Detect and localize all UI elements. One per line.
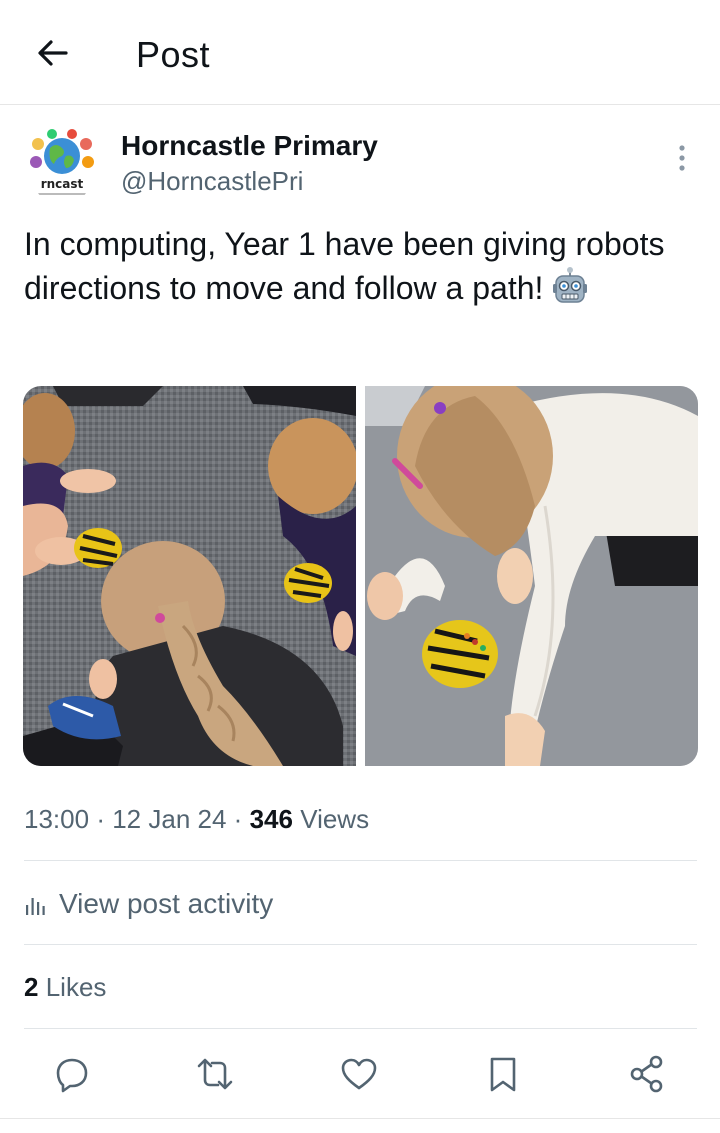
likes-count: 2: [24, 972, 39, 1002]
like-icon: [341, 1058, 377, 1090]
like-button[interactable]: [337, 1052, 381, 1096]
analytics-icon: [26, 898, 45, 915]
bookmark-icon: [490, 1057, 516, 1092]
likes-label: Likes: [45, 972, 107, 1002]
media-grid: [23, 386, 698, 766]
photo-girl-with-bee-bot[interactable]: [365, 386, 698, 766]
post-date: 12 Jan 24: [112, 804, 227, 834]
author-name[interactable]: Horncastle Primary: [121, 130, 378, 162]
photo-children-with-bee-bots[interactable]: [23, 386, 356, 766]
view-post-activity-label: View post activity: [59, 888, 274, 919]
views-label: Views: [300, 804, 370, 834]
photo-left-image: [23, 386, 356, 766]
divider: [24, 1028, 697, 1029]
bookmark-button[interactable]: [481, 1052, 525, 1096]
reply-icon: [56, 1058, 88, 1093]
repost-button[interactable]: [193, 1052, 237, 1096]
more-options-button[interactable]: [664, 140, 700, 176]
top-bar: Post: [0, 0, 720, 105]
back-button[interactable]: [30, 30, 76, 76]
divider: [24, 944, 697, 945]
share-icon: [630, 1055, 663, 1093]
reply-button[interactable]: [50, 1052, 94, 1096]
bottom-divider: [0, 1118, 720, 1119]
views-count: 346: [249, 804, 293, 834]
post-meta: 13:00 · 12 Jan 24 · 346 Views: [24, 804, 369, 835]
robot-face-icon: [553, 267, 588, 303]
post-text: In computing, Year 1 have been giving ro…: [24, 222, 684, 310]
meta-separator: ·: [96, 804, 105, 834]
photo-right-image: [365, 386, 698, 766]
repost-icon: [197, 1058, 233, 1090]
post-time: 13:00: [24, 804, 90, 834]
likes-count-link[interactable]: 2 Likes: [24, 972, 106, 1003]
school-logo-icon: rncast: [24, 126, 100, 202]
arrow-left-icon: [38, 40, 68, 66]
share-button[interactable]: [625, 1052, 669, 1096]
divider: [24, 860, 697, 861]
avatar[interactable]: rncast: [24, 126, 100, 202]
author-handle[interactable]: @HorncastlePri: [121, 166, 303, 197]
meta-separator: ·: [233, 804, 243, 834]
avatar-logo-text: rncast: [41, 177, 84, 191]
page-title: Post: [136, 34, 211, 75]
more-vertical-icon: [679, 145, 685, 171]
